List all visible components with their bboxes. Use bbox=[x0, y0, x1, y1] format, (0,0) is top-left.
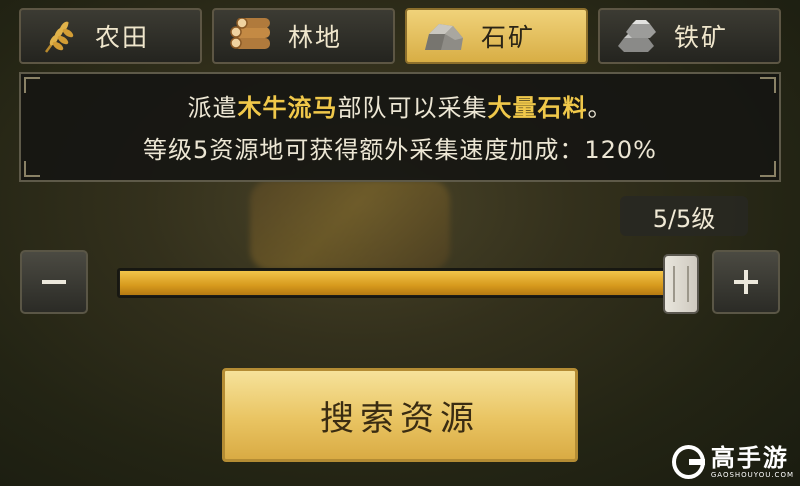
level-slider-track[interactable] bbox=[117, 268, 692, 298]
increase-level-button[interactable] bbox=[712, 250, 780, 314]
tab-woodland[interactable]: 林地 bbox=[212, 8, 395, 64]
tab-iron-mine[interactable]: 铁矿 bbox=[598, 8, 781, 64]
tab-label: 石矿 bbox=[481, 23, 536, 52]
level-indicator: 5/5级 bbox=[620, 196, 748, 236]
info-line-bonus: 等级5资源地可获得额外采集速度加成：120% bbox=[143, 136, 657, 164]
brand-logo-icon bbox=[672, 445, 705, 479]
brand-name: 高手游 bbox=[710, 443, 789, 472]
minus-icon bbox=[42, 280, 66, 284]
resource-tab-bar: 农田 林地 石矿 铁矿 bbox=[19, 8, 781, 66]
search-button-label: 搜索资源 bbox=[320, 398, 480, 439]
level-slider-handle[interactable] bbox=[663, 254, 699, 314]
info-text: 部队可以采集 bbox=[337, 94, 488, 122]
search-resource-button[interactable]: 搜索资源 bbox=[222, 368, 578, 462]
brand-domain: GAOSHOUYOU.COM bbox=[710, 470, 794, 479]
map-terrain-background bbox=[250, 180, 450, 270]
info-text: 。 bbox=[587, 94, 613, 122]
stone-icon bbox=[421, 16, 467, 56]
info-text: 派遣 bbox=[187, 94, 238, 122]
tab-label: 农田 bbox=[95, 23, 150, 52]
resource-amount-highlight: 大量石料 bbox=[487, 94, 588, 122]
logs-icon bbox=[228, 16, 274, 56]
tab-farmland[interactable]: 农田 bbox=[19, 8, 202, 64]
plus-icon bbox=[734, 270, 758, 294]
tab-label: 林地 bbox=[288, 23, 343, 52]
iron-ingot-icon bbox=[614, 16, 660, 56]
info-line-dispatch: 派遣木牛流马部队可以采集大量石料。 bbox=[21, 88, 779, 123]
watermark-logo: 高手游 GAOSHOUYOU.COM bbox=[672, 442, 794, 482]
level-slider-fill bbox=[120, 271, 691, 295]
tab-stone-mine[interactable]: 石矿 bbox=[405, 8, 588, 64]
decrease-level-button[interactable] bbox=[20, 250, 88, 314]
wheat-icon bbox=[35, 16, 81, 56]
unit-name-highlight: 木牛流马 bbox=[237, 94, 338, 122]
resource-info-panel: 派遣木牛流马部队可以采集大量石料。 等级5资源地可获得额外采集速度加成：120% bbox=[19, 72, 781, 182]
tab-label: 铁矿 bbox=[674, 23, 729, 52]
